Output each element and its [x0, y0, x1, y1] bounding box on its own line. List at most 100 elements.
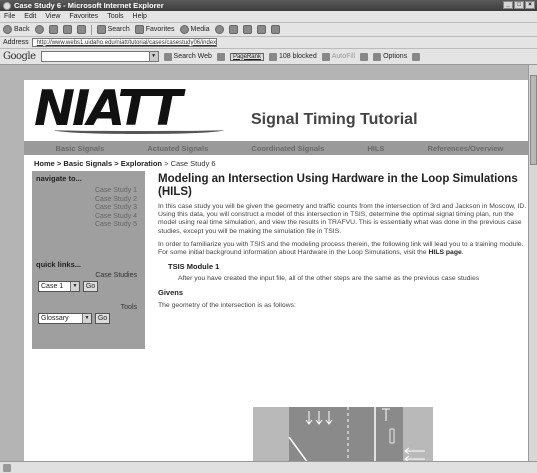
google-search-input[interactable]: ▼	[40, 51, 159, 62]
forward-arrow-icon[interactable]	[34, 25, 44, 34]
minimize-button[interactable]: _	[503, 1, 513, 9]
nav-basic-signals[interactable]: Basic Signals	[56, 144, 105, 153]
search-web-label: Search Web	[173, 53, 212, 60]
info-icon[interactable]	[216, 52, 225, 61]
media-label: Media	[190, 26, 210, 33]
media-icon	[179, 25, 189, 34]
address-label: Address	[3, 39, 29, 46]
search-label: Search	[107, 26, 130, 33]
left-curb	[253, 407, 289, 461]
menu-edit[interactable]: Edit	[24, 11, 36, 22]
menu-favorites[interactable]: Favorites	[69, 11, 98, 22]
case-studies-label: Case Studies	[95, 271, 137, 279]
search-web-icon	[163, 52, 172, 61]
navigate-heading: navigate to...	[36, 174, 82, 183]
nav-coordinated-signals[interactable]: Coordinated Signals	[251, 144, 324, 153]
page-status-icon	[3, 463, 11, 472]
search-web-button[interactable]: Search Web	[163, 52, 212, 61]
vertical-scrollbar[interactable]	[528, 65, 537, 461]
tools-go-button[interactable]: Go	[95, 312, 110, 324]
training-text: In order to familiarize you with TSIS an…	[158, 240, 524, 257]
site-nav: Basic Signals Actuated Signals Coordinat…	[24, 141, 535, 155]
breadcrumb-home[interactable]: Home	[34, 159, 55, 168]
intro-paragraph: In this case study you will be given the…	[158, 203, 527, 235]
search-icon	[96, 25, 106, 34]
options-label: Options	[383, 53, 408, 60]
highlighter-icon[interactable]	[412, 52, 421, 61]
favorites-icon	[134, 25, 144, 34]
tools-select-value: Glossary	[41, 314, 69, 322]
tools-select-row: Glossary ▼ Go	[36, 312, 141, 324]
quick-links-heading: quick links...	[36, 259, 82, 269]
address-bar: Address http://www.webs1.uidaho.edu/niat…	[0, 37, 537, 49]
autofill-button[interactable]: AutoFill	[321, 52, 356, 61]
case-study-2-link[interactable]: Case Study 2	[36, 196, 137, 205]
case-study-1-link[interactable]: Case Study 1	[36, 187, 137, 196]
pagerank-indicator[interactable]: PageRank	[229, 52, 264, 61]
scrollbar-thumb[interactable]	[530, 75, 537, 165]
discuss-icon[interactable]	[270, 25, 280, 34]
menu-file[interactable]: File	[4, 11, 15, 22]
site-header: NIATT Signal Timing Tutorial	[24, 80, 535, 141]
maximize-button[interactable]: □	[514, 1, 524, 9]
case-go-button[interactable]: Go	[83, 280, 98, 292]
menu-help[interactable]: Help	[133, 11, 147, 22]
case-study-5-link[interactable]: Case Study 5	[36, 221, 137, 230]
menu-view[interactable]: View	[45, 11, 60, 22]
logo-swoosh	[54, 126, 224, 134]
menu-tools[interactable]: Tools	[107, 11, 123, 22]
chevron-down-icon: ▼	[70, 281, 79, 291]
hils-page-link[interactable]: HILS page	[429, 249, 462, 256]
mail-icon[interactable]	[228, 25, 238, 34]
print-icon[interactable]	[242, 25, 252, 34]
back-button[interactable]: Back	[3, 25, 30, 34]
case-study-links: Case Study 1 Case Study 2 Case Study 3 C…	[36, 187, 141, 230]
breadcrumb-basic-signals[interactable]: Basic Signals	[63, 159, 112, 168]
edit-icon[interactable]	[256, 25, 266, 34]
tsis-module-link[interactable]: TSIS Module 1	[168, 262, 533, 271]
home-icon[interactable]	[76, 25, 86, 34]
standard-toolbar: Back Search Favorites Media	[0, 23, 537, 37]
case-study-3-link[interactable]: Case Study 3	[36, 204, 137, 213]
stop-icon[interactable]	[48, 25, 58, 34]
media-button[interactable]: Media	[179, 25, 210, 34]
geometry-text: The geometry of the intersection is as f…	[158, 302, 296, 310]
popup-blocked-label: 108 blocked	[278, 53, 317, 60]
autofill-label: AutoFill	[331, 53, 356, 60]
options-button[interactable]: Options	[373, 52, 408, 61]
breadcrumb: Home > Basic Signals > Exploration > Cas…	[34, 159, 216, 168]
address-input[interactable]: http://www.webs1.uidaho.edu/niatt/tutori…	[31, 38, 217, 47]
google-logo[interactable]: Google	[3, 51, 36, 62]
sidebar: navigate to... Case Study 1 Case Study 2…	[32, 171, 145, 349]
breadcrumb-exploration[interactable]: Exploration	[121, 159, 162, 168]
tools-select[interactable]: Glossary ▼	[38, 312, 92, 324]
news-icon[interactable]	[360, 52, 369, 61]
autofill-icon	[321, 52, 330, 61]
page-viewport: NIATT Signal Timing Tutorial Basic Signa…	[0, 65, 537, 461]
window-controls: _ □ ×	[503, 1, 535, 9]
popup-blocker-button[interactable]: 108 blocked	[268, 52, 317, 61]
google-toolbar: Google ▼ Search Web PageRank 108 blocked…	[0, 49, 537, 65]
nav-actuated-signals[interactable]: Actuated Signals	[147, 144, 208, 153]
training-paragraph: In order to familiarize you with TSIS an…	[158, 241, 533, 257]
refresh-icon[interactable]	[62, 25, 72, 34]
tools-label: Tools	[120, 303, 137, 311]
case-select[interactable]: Case 1 ▼	[38, 280, 80, 292]
nav-hils[interactable]: HILS	[367, 144, 384, 153]
chevron-down-icon[interactable]: ▼	[148, 52, 158, 61]
module-description: After you have created the input file, a…	[178, 275, 480, 283]
history-icon[interactable]	[214, 25, 224, 34]
intersection-diagram	[253, 407, 433, 461]
main-content: Modeling an Intersection Using Hardware …	[158, 173, 533, 309]
web-page: NIATT Signal Timing Tutorial Basic Signa…	[24, 80, 535, 461]
nav-references-overview[interactable]: References/Overview	[428, 144, 504, 153]
case-study-4-link[interactable]: Case Study 4	[36, 213, 137, 222]
search-button[interactable]: Search	[96, 25, 130, 34]
close-button[interactable]: ×	[525, 1, 535, 9]
favorites-button[interactable]: Favorites	[134, 25, 175, 34]
case-select-row: Case 1 ▼ Go	[36, 280, 141, 292]
status-bar	[0, 461, 537, 473]
options-icon	[373, 52, 382, 61]
chevron-down-icon: ▼	[82, 313, 91, 323]
menu-bar: File Edit View Favorites Tools Help	[0, 11, 537, 23]
